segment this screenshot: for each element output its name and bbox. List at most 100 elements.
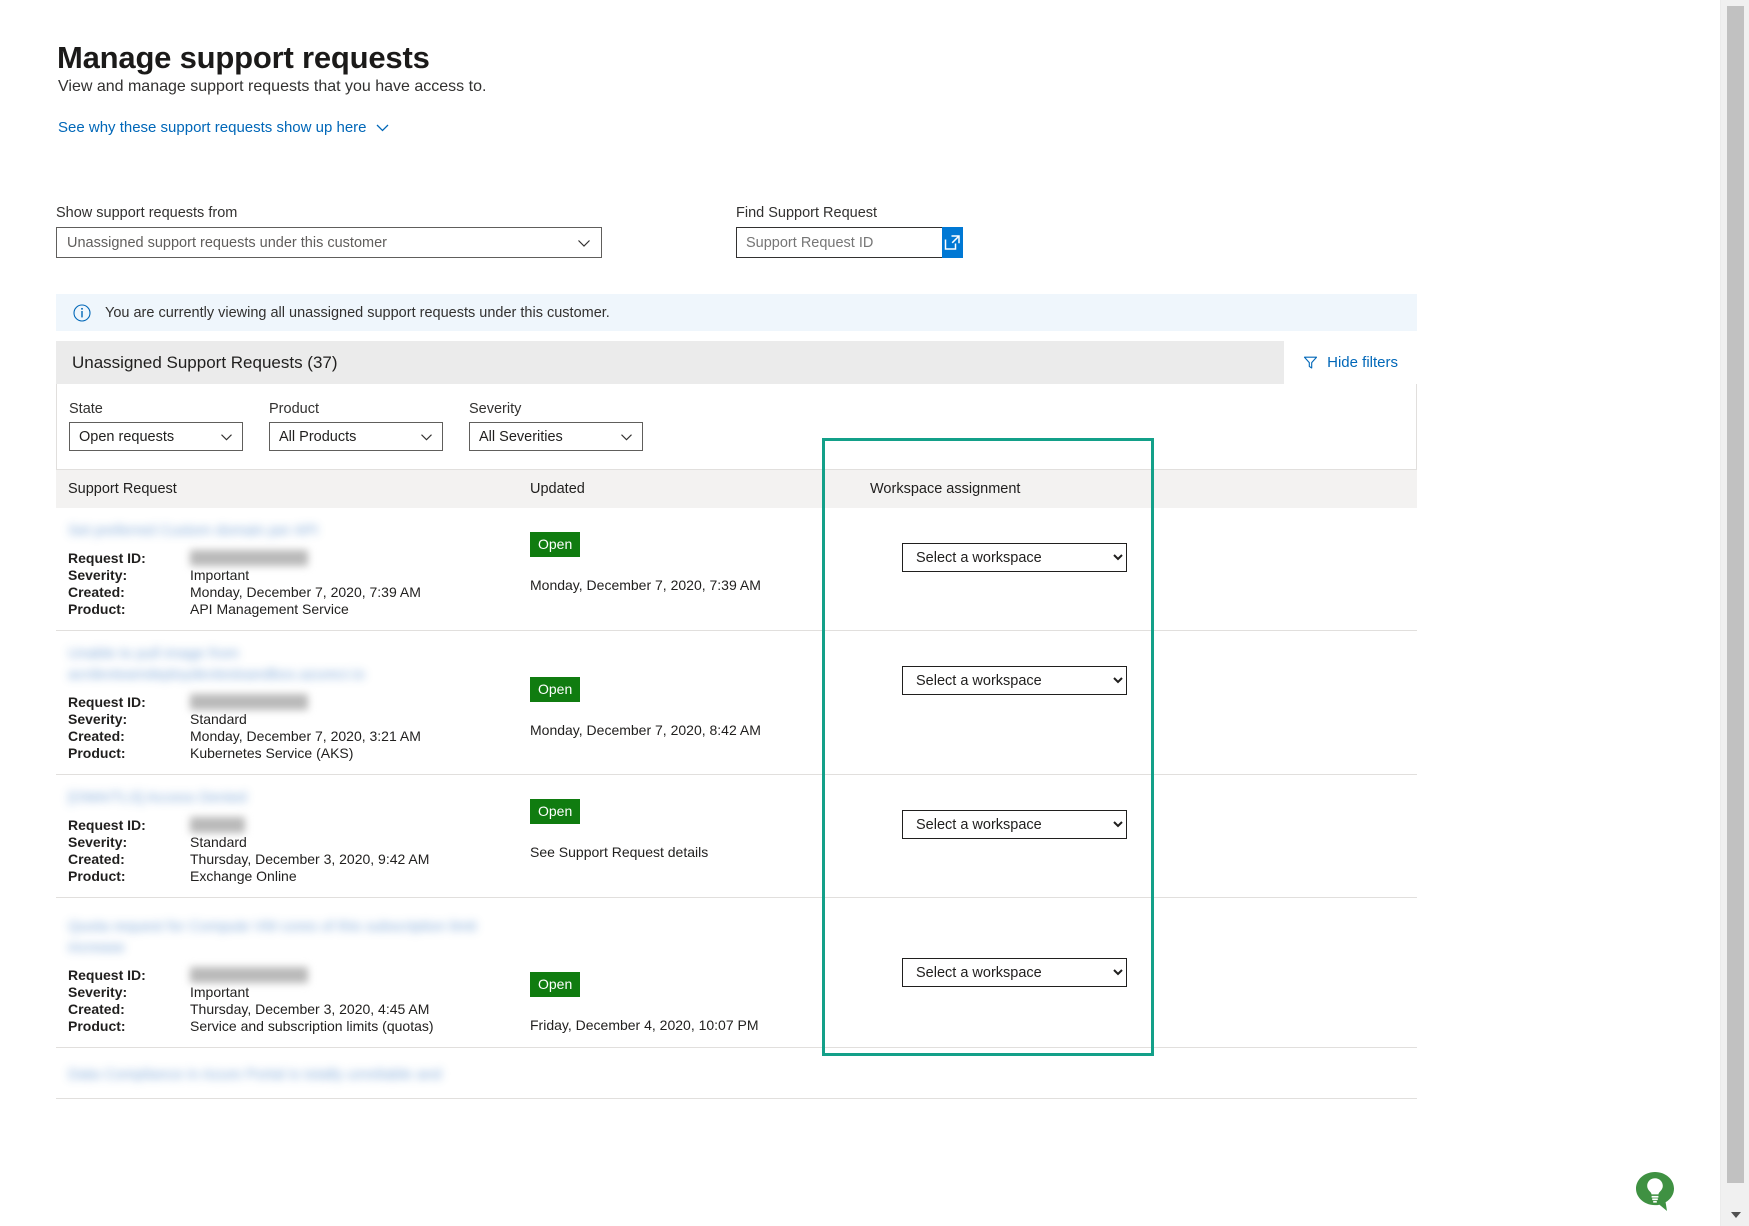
updated-value: Monday, December 7, 2020, 8:42 AM <box>530 721 761 738</box>
product-label: Product: <box>68 867 126 884</box>
vertical-scrollbar[interactable] <box>1720 0 1749 1226</box>
request-title-link[interactable]: Unable to pull image from acrdevteamdepl… <box>68 643 498 685</box>
filter-severity-label: Severity <box>469 401 522 417</box>
info-banner-message: You are currently viewing all unassigned… <box>105 304 610 321</box>
created-label: Created: <box>68 583 125 600</box>
status-badge: Open <box>530 531 581 557</box>
cell-workspace-assignment: Select a workspace <box>858 630 1417 775</box>
table-row: Quota request for Compute VM cores of th… <box>56 897 1417 1048</box>
see-why-link[interactable]: See why these support requests show up h… <box>58 119 389 136</box>
panel-title: Unassigned Support Requests (37) <box>72 352 338 372</box>
request-title-link[interactable]: Quota request for Compute VM cores of th… <box>68 916 498 958</box>
scrollbar-thumb[interactable] <box>1727 6 1744 1183</box>
filter-severity-dropdown[interactable]: All Severities <box>469 422 643 451</box>
severity-label: Severity: <box>68 710 128 727</box>
chevron-down-icon <box>376 121 389 134</box>
table-body: Set preferred Custom domain per API Requ… <box>56 507 1417 1099</box>
updated-value: Friday, December 4, 2020, 10:07 PM <box>530 1016 759 1033</box>
find-support-request-label: Find Support Request <box>736 205 878 221</box>
status-badge: Open <box>530 676 581 702</box>
updated-value: Monday, December 7, 2020, 7:39 AM <box>530 576 761 593</box>
chevron-down-icon <box>620 430 633 443</box>
cell-updated <box>518 1047 858 1099</box>
product-value: API Management Service <box>190 600 349 617</box>
cell-support-request: Quota request for Compute VM cores of th… <box>56 897 518 1048</box>
request-id-label: Request ID: <box>68 966 146 983</box>
status-badge: Open <box>530 798 581 824</box>
table-row: Data Compliance in Azure Portal is total… <box>56 1047 1417 1099</box>
created-label: Created: <box>68 850 125 867</box>
cell-support-request: [OWA/TLS] Access Denied Request ID: 2034… <box>56 774 518 898</box>
show-requests-from-value: Unassigned support requests under this c… <box>67 234 387 251</box>
severity-value: Standard <box>190 710 247 727</box>
request-title-link[interactable]: Data Compliance in Azure Portal is total… <box>68 1064 442 1085</box>
chevron-down-icon <box>577 236 591 250</box>
created-value: Thursday, December 3, 2020, 4:45 AM <box>190 1000 430 1017</box>
cell-updated: Open See Support Request details <box>518 774 858 898</box>
filter-state-dropdown[interactable]: Open requests <box>69 422 243 451</box>
request-details: Request ID: 120-003-00000003 Severity: I… <box>68 966 506 1034</box>
product-value: Kubernetes Service (AKS) <box>190 744 354 761</box>
feedback-widget-button[interactable] <box>1634 1170 1676 1212</box>
request-title-link[interactable]: [OWA/TLS] Access Denied <box>68 787 247 808</box>
cell-workspace-assignment <box>858 1047 1417 1099</box>
filter-icon <box>1303 355 1318 370</box>
column-header-support-request: Support Request <box>56 469 518 508</box>
workspace-select[interactable]: Select a workspace <box>902 543 1127 572</box>
workspace-select[interactable]: Select a workspace <box>902 958 1127 987</box>
request-id-value: 2034715 <box>190 816 245 833</box>
cell-updated: Open Monday, December 7, 2020, 8:42 AM <box>518 630 858 775</box>
page-title: Manage support requests <box>57 39 430 75</box>
column-header-updated: Updated <box>518 469 858 508</box>
filter-state-label: State <box>69 401 103 417</box>
cell-support-request: Data Compliance in Azure Portal is total… <box>56 1047 518 1099</box>
request-title-link[interactable]: Set preferred Custom domain per API <box>68 520 318 541</box>
cell-support-request: Set preferred Custom domain per API Requ… <box>56 507 518 631</box>
filter-severity: Severity All Severities <box>469 401 643 451</box>
cell-workspace-assignment: Select a workspace <box>858 507 1417 631</box>
request-details: Request ID: 2034715 Severity: Standard C… <box>68 816 506 884</box>
open-in-new-window-icon <box>943 233 962 252</box>
support-requests-table: Support Request Updated Workspace assign… <box>56 469 1417 1099</box>
support-requests-panel: Unassigned Support Requests (37) Hide fi… <box>56 340 1417 1099</box>
product-label: Product: <box>68 1017 126 1034</box>
support-request-id-input[interactable] <box>736 227 942 258</box>
filter-product-label: Product <box>269 401 319 417</box>
table-row: Set preferred Custom domain per API Requ… <box>56 507 1417 631</box>
request-id-value: 120-007-00000001 <box>190 549 309 566</box>
request-id-label: Request ID: <box>68 816 146 833</box>
cell-workspace-assignment: Select a workspace <box>858 897 1417 1048</box>
find-support-request-group: Find Support Request <box>736 205 963 258</box>
workspace-select[interactable]: Select a workspace <box>902 666 1127 695</box>
request-id-value: 120-003-00000003 <box>190 966 309 983</box>
filter-product-dropdown[interactable]: All Products <box>269 422 443 451</box>
created-label: Created: <box>68 727 125 744</box>
request-id-label: Request ID: <box>68 549 146 566</box>
filter-severity-value: All Severities <box>479 428 563 445</box>
filter-state: State Open requests <box>69 401 243 451</box>
request-id-value: 120-007-00000002 <box>190 693 309 710</box>
show-requests-from-group: Show support requests from Unassigned su… <box>56 205 602 258</box>
show-requests-from-dropdown[interactable]: Unassigned support requests under this c… <box>56 227 602 258</box>
find-support-request-button[interactable] <box>942 227 963 258</box>
see-why-link-label: See why these support requests show up h… <box>58 119 367 136</box>
page-subtitle: View and manage support requests that yo… <box>58 78 487 95</box>
filter-state-value: Open requests <box>79 428 175 445</box>
column-header-workspace-assignment: Workspace assignment <box>858 469 1417 508</box>
show-requests-from-label: Show support requests from <box>56 205 238 221</box>
table-row: Unable to pull image from acrdevteamdepl… <box>56 630 1417 775</box>
workspace-select[interactable]: Select a workspace <box>902 810 1127 839</box>
product-value: Service and subscription limits (quotas) <box>190 1017 434 1034</box>
app-page: Manage support requests View and manage … <box>0 0 1749 1226</box>
chevron-down-icon <box>220 430 233 443</box>
product-label: Product: <box>68 744 126 761</box>
severity-value: Important <box>190 566 250 583</box>
cell-support-request: Unable to pull image from acrdevteamdepl… <box>56 630 518 775</box>
scrollbar-down-arrow[interactable] <box>1721 1204 1749 1226</box>
status-badge: Open <box>530 971 581 997</box>
created-value: Monday, December 7, 2020, 3:21 AM <box>190 727 421 744</box>
hide-filters-button[interactable]: Hide filters <box>1284 340 1417 384</box>
feedback-lightbulb-icon <box>1634 1170 1676 1212</box>
request-details: Request ID: 120-007-00000001 Severity: I… <box>68 549 506 617</box>
see-support-request-details-link[interactable]: See Support Request details <box>530 844 846 860</box>
